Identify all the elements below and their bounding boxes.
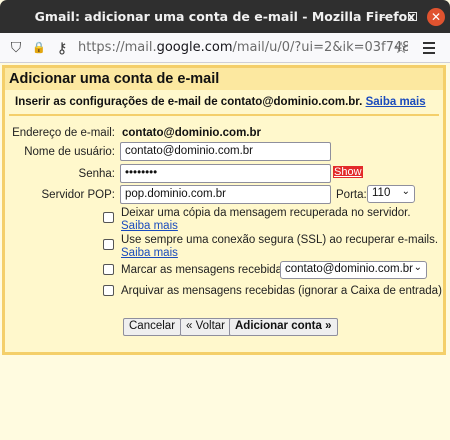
keep-copy-option: Deixar uma cópia da mensagem recuperada … — [121, 207, 411, 233]
shield-icon[interactable]: ⛉ — [8, 40, 24, 56]
ssl-label: Use sempre uma conexão segura (SSL) ao r… — [121, 234, 439, 246]
pop-server-label: Servidor POP: — [41, 189, 116, 201]
pop-server-input[interactable]: pop.dominio.com.br — [120, 185, 331, 204]
url-bar[interactable]: https://mail.google.com/mail/u/0/?ui=2&i… — [78, 40, 408, 55]
archive-option-text: Arquivar as mensagens recebidas (ignorar… — [121, 285, 442, 297]
lock-icon[interactable]: 🔒 — [31, 40, 47, 56]
port-label: Porta: — [336, 189, 367, 201]
key-icon[interactable]: ⚷ — [54, 40, 70, 56]
keep-copy-learn-more-link[interactable]: Saiba mais — [121, 220, 178, 232]
url-domain: google.com — [156, 40, 233, 55]
browser-window: Gmail: adicionar uma conta de e-mail - M… — [0, 0, 450, 440]
ssl-learn-more-link[interactable]: Saiba mais — [121, 247, 178, 259]
menu-icon[interactable] — [423, 42, 435, 57]
email-label: Endereço de e-mail: — [12, 127, 115, 139]
cancel-button[interactable]: Cancelar — [123, 318, 182, 336]
label-select[interactable]: contato@dominio.com.br ⌄ — [280, 261, 427, 279]
label-checkbox[interactable] — [103, 264, 114, 275]
nav-bar: ⛉ 🔒 ⚷ https://mail.google.com/mail/u/0/?… — [0, 33, 450, 63]
email-value: contato@dominio.com.br — [122, 127, 261, 139]
info-learn-more-link[interactable]: Saiba mais — [366, 96, 426, 108]
back-button[interactable]: « Voltar — [180, 318, 231, 336]
keep-copy-label: Deixar uma cópia da mensagem recuperada … — [121, 207, 411, 219]
info-message: Inserir as configurações de e-mail de co… — [15, 96, 363, 108]
add-account-button[interactable]: Adicionar conta » — [229, 318, 338, 336]
url-suffix: /mail/u/0/?ui=2&ik=03f7487be — [232, 40, 408, 55]
maximize-icon — [407, 11, 417, 21]
close-button[interactable]: ✕ — [427, 8, 445, 26]
title-bar: Gmail: adicionar uma conta de e-mail - M… — [0, 0, 450, 33]
port-select[interactable]: 110 ⌄ — [367, 185, 415, 203]
chevron-down-icon: ⌄ — [401, 186, 410, 197]
keep-copy-checkbox[interactable] — [103, 212, 114, 223]
chevron-down-icon: ⌄ — [413, 262, 422, 273]
password-label: Senha: — [78, 168, 115, 180]
divider — [9, 114, 439, 116]
port-value: 110 — [372, 187, 391, 199]
password-input[interactable]: •••••••• — [120, 164, 331, 183]
show-password-link[interactable]: Show — [333, 166, 363, 178]
ssl-checkbox[interactable] — [103, 239, 114, 250]
info-text: Inserir as configurações de e-mail de co… — [15, 96, 426, 108]
bookmark-star-icon[interactable]: ☆ — [393, 40, 409, 56]
username-label: Nome de usuário: — [24, 146, 115, 158]
maximize-button[interactable] — [403, 8, 421, 26]
archive-checkbox[interactable] — [103, 285, 114, 296]
add-account-panel: Adicionar uma conta de e-mail Inserir as… — [2, 65, 446, 355]
label-select-value: contato@dominio.com.br — [285, 263, 414, 275]
label-option-text: Marcar as mensagens recebidas: — [121, 264, 292, 276]
minimize-button[interactable]: — — [378, 8, 396, 26]
ssl-option: Use sempre uma conexão segura (SSL) ao r… — [121, 234, 438, 260]
url-prefix: https://mail. — [78, 40, 157, 55]
page-title: Adicionar uma conta de e-mail — [5, 68, 443, 90]
username-input[interactable]: contato@dominio.com.br — [120, 142, 331, 161]
